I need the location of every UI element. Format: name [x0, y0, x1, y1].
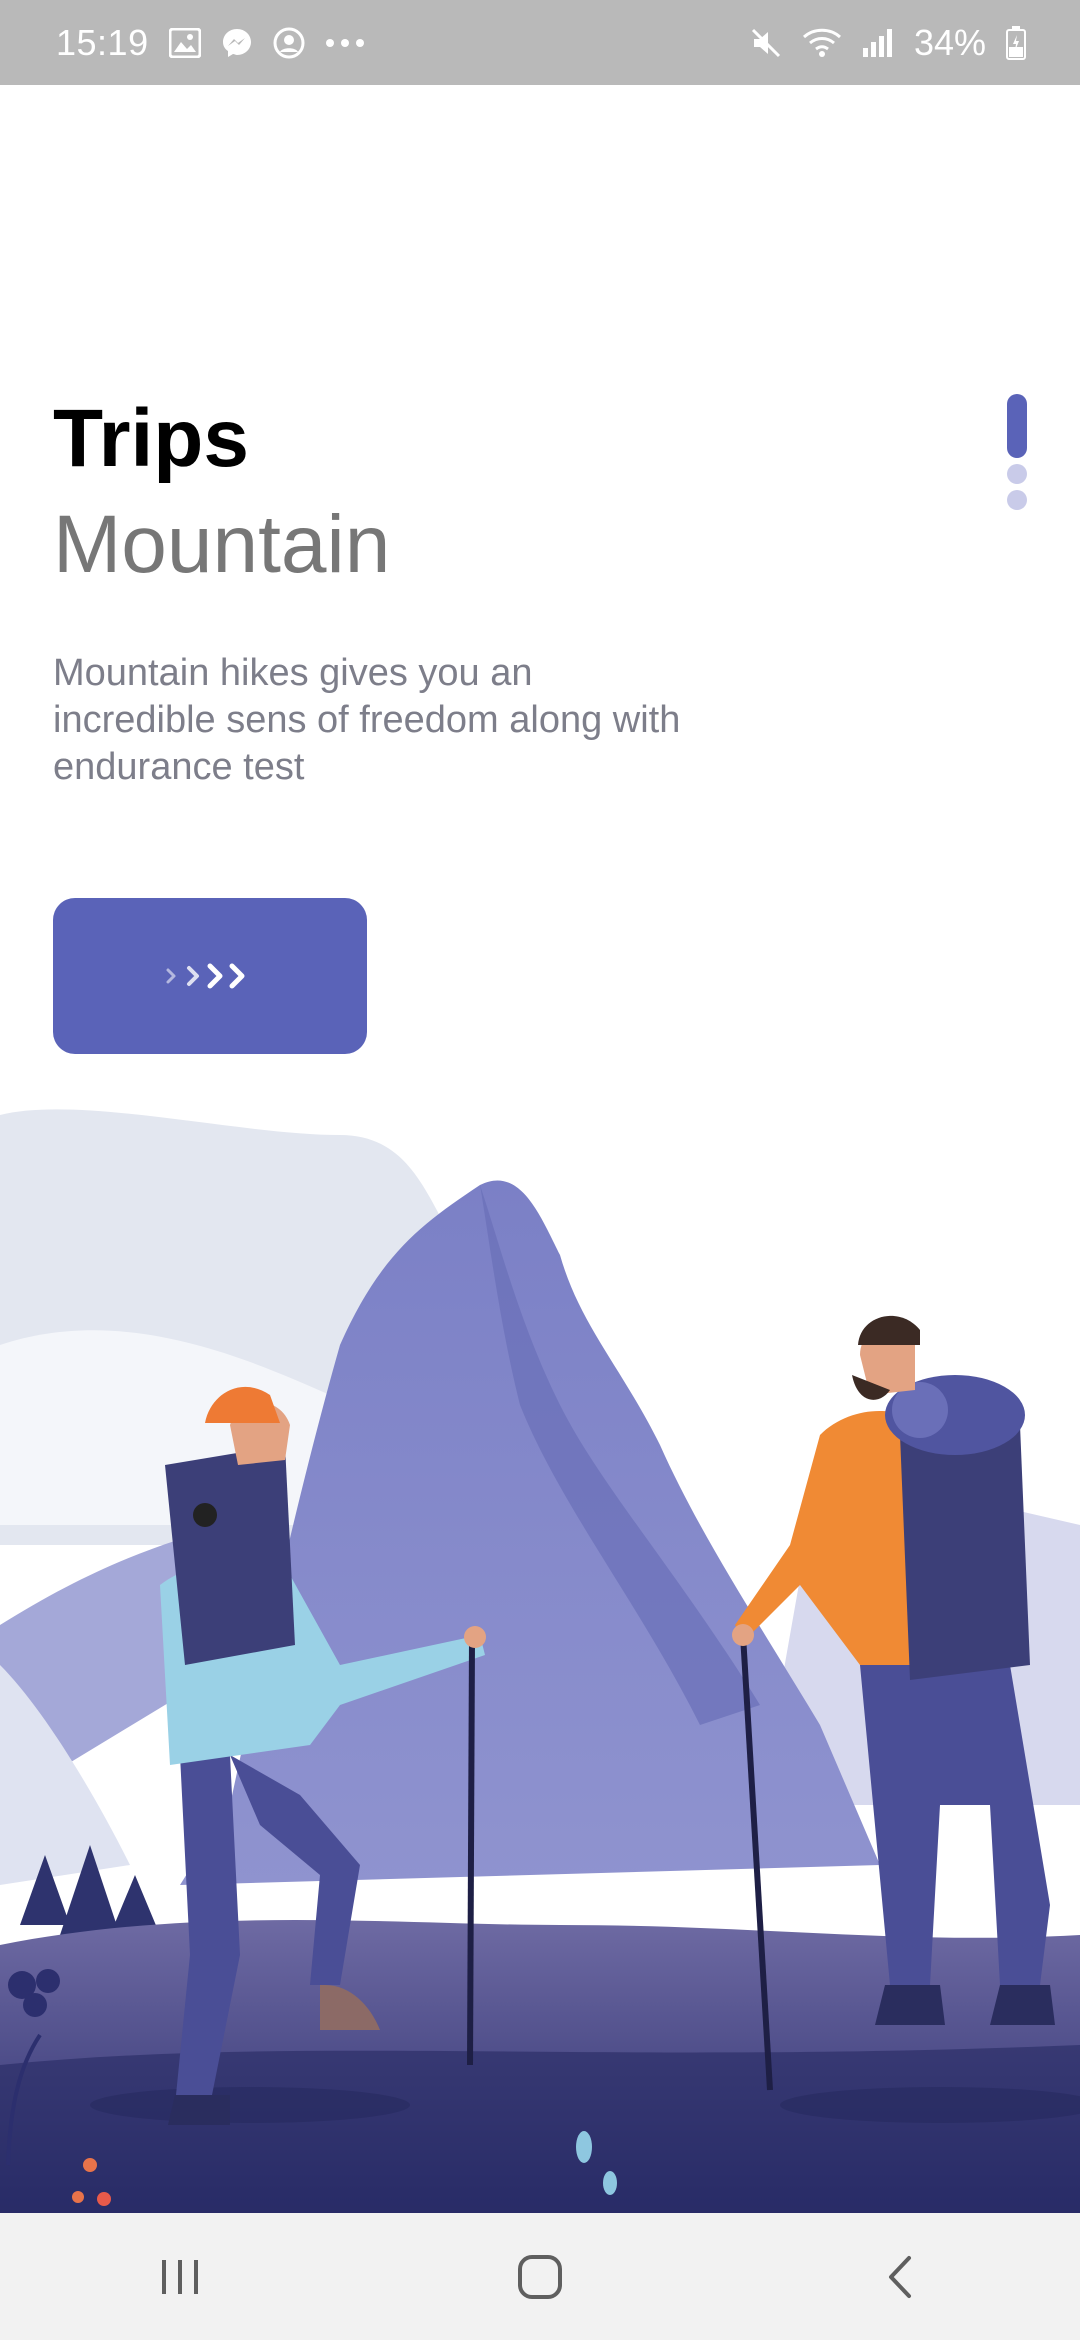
page-indicator-dot-active[interactable]	[1007, 394, 1027, 458]
page-subtitle: Mountain	[53, 499, 391, 590]
back-icon	[889, 2255, 911, 2298]
page-title: Trips	[53, 393, 249, 484]
more-dots-icon	[325, 38, 364, 47]
recent-apps-icon	[162, 2259, 198, 2294]
status-time: 15:19	[56, 21, 149, 63]
signal-icon	[862, 28, 892, 57]
battery-icon	[1006, 25, 1026, 60]
mute-icon	[751, 28, 780, 57]
status-bar-left: 15:19	[56, 22, 365, 64]
battery-percentage: 34%	[913, 21, 986, 63]
back-button[interactable]	[820, 2227, 980, 2327]
status-bar: 15:19 34%	[0, 0, 1080, 85]
image-icon	[168, 27, 201, 58]
page-indicator	[1006, 394, 1028, 510]
wifi-icon	[802, 28, 841, 57]
page-indicator-dot[interactable]	[1007, 490, 1027, 510]
page-description: Mountain hikes gives you an incredible s…	[53, 652, 681, 788]
home-icon	[518, 2254, 562, 2299]
home-button[interactable]	[460, 2227, 620, 2327]
hikers-mountain-illustration	[0, 1109, 1080, 2213]
next-button[interactable]	[53, 898, 367, 1054]
account-icon	[273, 27, 305, 58]
status-bar-right: 34%	[750, 22, 1026, 64]
chevrons-right-icon	[166, 963, 245, 989]
page-indicator-dot[interactable]	[1007, 464, 1027, 484]
system-nav-bar	[0, 2213, 1080, 2340]
recent-apps-button[interactable]	[100, 2227, 260, 2327]
messenger-icon	[222, 28, 251, 57]
onboarding-screen: 15:19 34% Trips Mountain Mountain hikes …	[0, 0, 1080, 2340]
